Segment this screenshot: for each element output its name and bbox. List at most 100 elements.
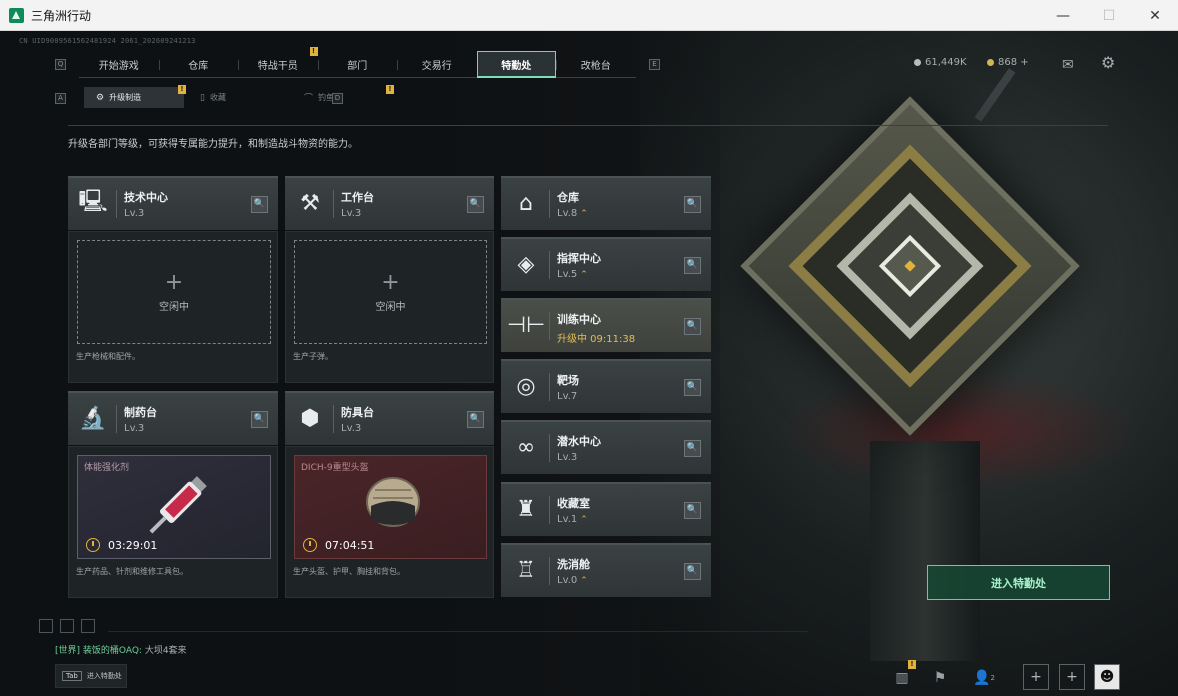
minimize-button[interactable]: — — [1040, 0, 1086, 31]
hud-square — [39, 619, 53, 633]
trophy-icon: ♜ — [516, 496, 536, 522]
facility-warehouse[interactable]: ⌂ 仓库 Lv.8 ⌃ 🔍 — [501, 176, 711, 230]
game-viewport: CN UID9009561562481924 2061_202609241213… — [0, 31, 1178, 696]
facility-level: Lv.7 — [557, 391, 578, 402]
search-icon[interactable]: 🔍 — [684, 257, 701, 274]
facility-diving-center[interactable]: ∞ 潜水中心 Lv.3 🔍 — [501, 420, 711, 474]
warehouse-icon: ⌂ — [519, 190, 533, 216]
upgrade-available-icon: ⌃ — [580, 515, 588, 525]
search-icon[interactable]: 🔍 — [684, 196, 701, 213]
cube-pillar — [870, 441, 980, 661]
tab-gunsmith[interactable]: 改枪台 — [556, 51, 636, 78]
gear-icon: ⚙ — [96, 92, 105, 103]
chat-message: 大坝4套来 — [144, 646, 187, 656]
search-icon[interactable]: 🔍 — [684, 563, 701, 580]
workshop-level: Lv.3 — [124, 423, 145, 434]
tab-trading[interactable]: 交易行 — [397, 51, 477, 78]
crafting-timer: 07:04:51 — [303, 538, 374, 552]
facility-level: Lv.8 ⌃ — [557, 208, 588, 219]
workshop-name: 工作台 — [341, 191, 374, 204]
crafting-item-name: 体能强化剂 — [84, 463, 130, 473]
hud-square — [60, 619, 74, 633]
tab-enter-hint[interactable]: Tab 进入特勤处 — [55, 664, 127, 688]
cubes-icon: ⬢ — [300, 405, 320, 431]
nav-prev-key[interactable]: Q — [55, 59, 66, 70]
dumbbell-icon: ⊣⊢ — [506, 312, 546, 338]
subnav-next-key[interactable]: D — [332, 93, 343, 104]
search-icon[interactable]: 🔍 — [251, 196, 268, 213]
world-chat[interactable]: [世界] 装饭的桶OAQ: 大坝4套来 — [55, 643, 187, 656]
search-icon[interactable]: 🔍 — [467, 411, 484, 428]
workshop-level: Lv.3 — [341, 423, 362, 434]
mail-icon[interactable]: ✉ — [1062, 57, 1074, 73]
workshop-tech-center[interactable]: 🖳 技术中心 Lv.3 🔍 — [68, 176, 278, 230]
tab-special-ops[interactable]: 特勤处 — [476, 51, 556, 78]
enter-special-ops-button[interactable]: 进入特勤处 — [927, 565, 1110, 600]
workshop-name: 防具台 — [341, 406, 374, 419]
nav-next-key[interactable]: E — [649, 59, 660, 70]
collection-icon: ▯ — [200, 92, 205, 103]
main-nav: 开始游戏 仓库 特战干员! 部门 交易行 特勤处 改枪台 — [79, 47, 636, 78]
syringe-item-image — [149, 476, 207, 534]
search-icon[interactable]: 🔍 — [251, 411, 268, 428]
tab-start-game[interactable]: 开始游戏 — [79, 51, 159, 78]
tab-operators[interactable]: 特战干员! — [238, 47, 318, 78]
crafting-slot[interactable]: DICH-9重型头盔 07:04:51 — [294, 455, 487, 559]
facility-upgrade-timer: 升级中 09:11:38 — [557, 334, 636, 345]
crafting-slot[interactable]: 体能强化剂 03:29:01 — [77, 455, 271, 559]
stats-icon[interactable]: ▥! — [888, 660, 916, 692]
notification-badge: ! — [309, 47, 318, 56]
timer-icon — [86, 538, 100, 552]
workshop-armor-bench[interactable]: ⬢ 防具台 Lv.3 🔍 — [285, 391, 494, 445]
crafting-timer: 03:29:01 — [86, 538, 157, 552]
workshop-description: 生产药品、针剂和维修工具包。 — [76, 567, 188, 576]
facility-decontamination[interactable]: ♖ 洗消舱 Lv.0 ⌃ 🔍 — [501, 543, 711, 597]
subnav-prev-key[interactable]: A — [55, 93, 66, 104]
facility-collection-room[interactable]: ♜ 收藏室 Lv.1 ⌃ 🔍 — [501, 482, 711, 536]
facility-level: Lv.5 ⌃ — [557, 269, 588, 280]
workshop-name: 制药台 — [124, 406, 157, 419]
add-squad-button[interactable]: + — [1023, 664, 1049, 690]
target-icon: ◎ — [516, 373, 536, 399]
facility-name: 指挥中心 — [557, 252, 601, 265]
add-squad-button[interactable]: + — [1059, 664, 1085, 690]
facility-training-center[interactable]: ⊣⊢ 训练中心 升级中 09:11:38 🔍 — [501, 298, 711, 352]
friends-icon[interactable]: 👤 2 — [970, 664, 998, 692]
flag-icon[interactable]: ⚑ — [926, 664, 954, 692]
workshop-level: Lv.3 — [341, 208, 362, 219]
search-icon[interactable]: 🔍 — [684, 379, 701, 396]
facility-command-center[interactable]: ◈ 指挥中心 Lv.5 ⌃ 🔍 — [501, 237, 711, 291]
facility-name: 收藏室 — [557, 497, 590, 510]
search-icon[interactable]: 🔍 — [467, 196, 484, 213]
close-button[interactable]: ✕ — [1132, 0, 1178, 31]
upgrade-available-icon: ⌃ — [580, 576, 588, 586]
hazmat-icon: ♖ — [516, 557, 536, 583]
tab-warehouse[interactable]: 仓库 — [158, 51, 239, 78]
search-icon[interactable]: 🔍 — [684, 502, 701, 519]
facility-shooting-range[interactable]: ◎ 靶场 Lv.7 🔍 — [501, 359, 711, 413]
currency-gold[interactable]: 868 + — [987, 57, 1029, 68]
helmet-item-image — [366, 477, 420, 527]
facility-name: 仓库 — [557, 191, 579, 204]
subtab-collection[interactable]: ▯ 收藏 — [188, 87, 288, 108]
sub-nav: ⚙ 升级制造 ! ▯ 收藏 ⌒ 钓鱼 ! — [84, 85, 394, 108]
facility-name: 潜水中心 — [557, 435, 601, 448]
hud-square — [81, 619, 95, 633]
workshop-workbench[interactable]: ⚒ 工作台 Lv.3 🔍 — [285, 176, 494, 230]
tab-departments[interactable]: 部门 — [317, 51, 398, 78]
facility-name: 训练中心 — [557, 313, 601, 326]
maximize-button[interactable]: ☐ — [1086, 0, 1132, 31]
subtab-upgrade-craft[interactable]: ⚙ 升级制造 ! — [84, 85, 186, 108]
facility-level: Lv.0 ⌃ — [557, 575, 588, 586]
workshop-slot-panel: DICH-9重型头盔 07:04:51 生产头盔、护甲、胸挂和背包。 — [285, 446, 494, 598]
player-avatar[interactable]: ☻ — [1094, 664, 1120, 690]
empty-craft-slot[interactable]: + 空闲中 — [294, 240, 487, 344]
settings-gear-icon[interactable]: ⚙ — [1101, 53, 1115, 72]
search-icon[interactable]: 🔍 — [684, 440, 701, 457]
facility-level: Lv.3 — [557, 452, 578, 463]
silver-coin-icon — [914, 59, 921, 66]
workshop-pharmacy[interactable]: 🔬 制药台 Lv.3 🔍 — [68, 391, 278, 445]
search-icon[interactable]: 🔍 — [684, 318, 701, 335]
empty-craft-slot[interactable]: + 空闲中 — [77, 240, 271, 344]
currency-silver: 61,449K — [914, 57, 967, 68]
